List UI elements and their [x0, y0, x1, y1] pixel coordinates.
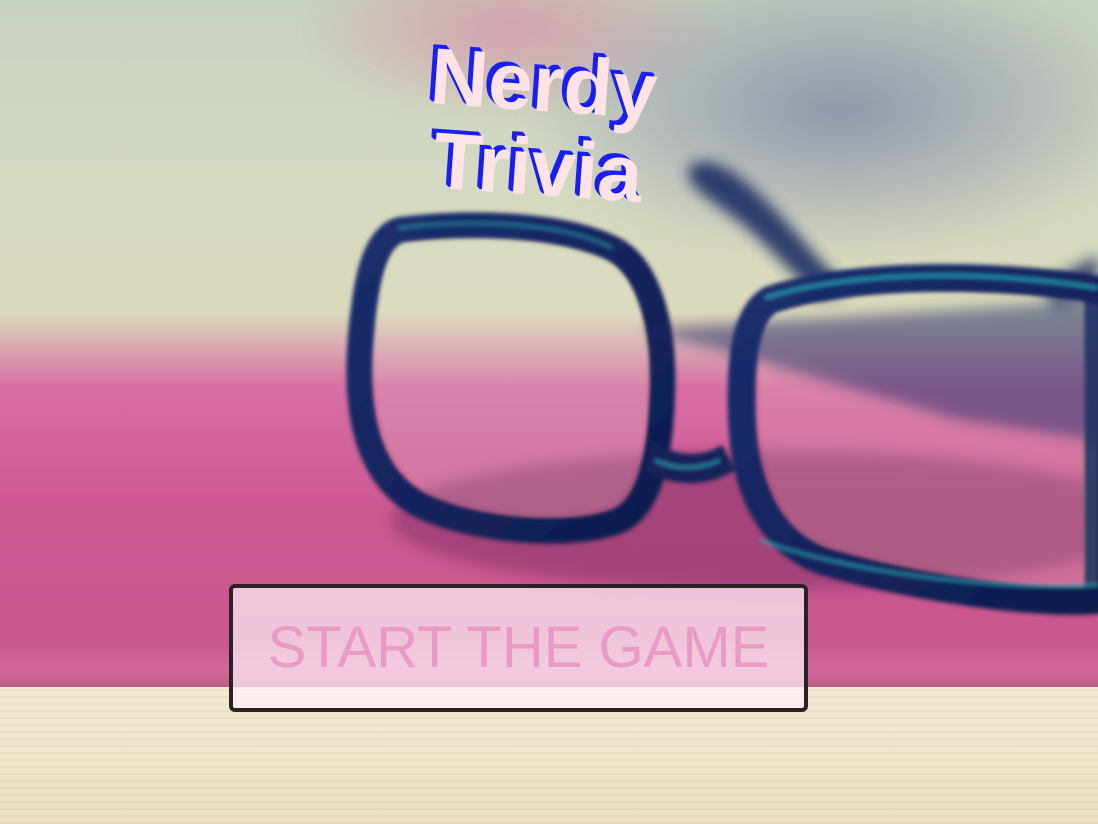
game-screen: Nerdy Trivia START THE GAME [0, 0, 1098, 824]
game-title: Nerdy Trivia [390, 31, 691, 220]
start-game-button[interactable]: START THE GAME [229, 584, 808, 712]
title-line-2: Trivia [430, 115, 646, 220]
